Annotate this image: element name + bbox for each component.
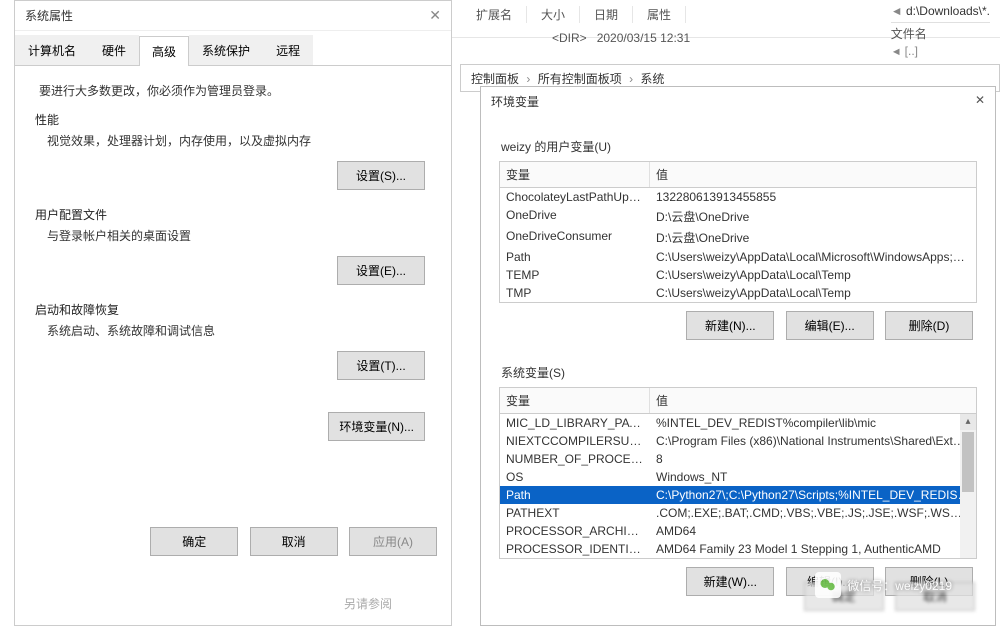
- cancel-button[interactable]: 取消: [250, 527, 338, 556]
- close-icon[interactable]: ✕: [975, 93, 985, 110]
- group-startup-desc: 系统启动、系统故障和调试信息: [47, 322, 433, 339]
- var-name: PROCESSOR_ARCHITECTU...: [500, 522, 650, 540]
- ok-button[interactable]: 确定: [150, 527, 238, 556]
- table-row[interactable]: NUMBER_OF_PROCESSORS8: [500, 450, 976, 468]
- var-name: NIEXTCCOMPILERSUPP: [500, 432, 650, 450]
- dialog-title: 系统属性: [25, 7, 73, 24]
- table-row[interactable]: PATHEXT.COM;.EXE;.BAT;.CMD;.VBS;.VBE;.JS…: [500, 504, 976, 522]
- col-variable[interactable]: 变量: [500, 388, 650, 413]
- startup-settings-button[interactable]: 设置(T)...: [337, 351, 425, 380]
- col-ext[interactable]: 扩展名: [462, 6, 527, 23]
- var-value: .COM;.EXE;.BAT;.CMD;.VBS;.VBE;.JS;.JSE;.…: [650, 504, 976, 522]
- sys-new-button[interactable]: 新建(W)...: [686, 567, 774, 596]
- tab-bar: 计算机名 硬件 高级 系统保护 远程: [15, 35, 451, 66]
- col-date[interactable]: 日期: [580, 6, 633, 23]
- group-perf-title: 性能: [35, 111, 433, 128]
- table-row[interactable]: MIC_LD_LIBRARY_PATH%INTEL_DEV_REDIST%com…: [500, 414, 976, 432]
- group-profiles-desc: 与登录帐户相关的桌面设置: [47, 227, 433, 244]
- var-value: AMD64: [650, 522, 976, 540]
- tab-hardware[interactable]: 硬件: [89, 35, 139, 65]
- see-also-label: 另请参阅: [344, 595, 392, 612]
- var-name: PROCESSOR_IDENTIFIER: [500, 540, 650, 558]
- var-value: Windows_NT: [650, 468, 976, 486]
- tab-remote[interactable]: 远程: [263, 35, 313, 65]
- table-row[interactable]: TEMPC:\Users\weizy\AppData\Local\Temp: [500, 266, 976, 284]
- env-dialog-title: 环境变量: [491, 93, 539, 110]
- admin-note: 要进行大多数更改，你必须作为管理员登录。: [39, 82, 433, 99]
- scroll-up-icon[interactable]: ▴: [960, 414, 976, 430]
- var-value: C:\Users\weizy\AppData\Local\Temp: [650, 266, 976, 284]
- var-name: ChocolateyLastPathUpdate: [500, 188, 650, 206]
- watermark: 微信号：weizy0219: [815, 572, 952, 598]
- var-name: Path: [500, 486, 650, 504]
- table-row[interactable]: PROCESSOR_IDENTIFIERAMD64 Family 23 Mode…: [500, 540, 976, 558]
- user-new-button[interactable]: 新建(N)...: [686, 311, 774, 340]
- col-filename[interactable]: 文件名: [891, 27, 927, 41]
- var-value: 132280613913455855: [650, 188, 976, 206]
- apply-button[interactable]: 应用(A): [349, 527, 437, 556]
- sys-vars-label: 系统变量(S): [501, 364, 977, 381]
- table-row[interactable]: NIEXTCCOMPILERSUPPC:\Program Files (x86)…: [500, 432, 976, 450]
- var-name: NUMBER_OF_PROCESSORS: [500, 450, 650, 468]
- table-row[interactable]: OneDriveConsumerD:\云盘\OneDrive: [500, 227, 976, 248]
- sys-vars-list[interactable]: 变量 值 MIC_LD_LIBRARY_PATH%INTEL_DEV_REDIS…: [499, 387, 977, 559]
- var-name: MIC_LD_LIBRARY_PATH: [500, 414, 650, 432]
- col-attrs[interactable]: 属性: [633, 6, 686, 23]
- var-name: TEMP: [500, 266, 650, 284]
- var-value: 8: [650, 450, 976, 468]
- var-value: C:\Program Files (x86)\National Instrume…: [650, 432, 976, 450]
- env-variables-dialog: 环境变量 ✕ weizy 的用户变量(U) 变量 值 ChocolateyLas…: [480, 86, 996, 626]
- var-name: PATHEXT: [500, 504, 650, 522]
- group-startup-title: 启动和故障恢复: [35, 301, 433, 318]
- tab-advanced[interactable]: 高级: [139, 36, 189, 66]
- tab-protection[interactable]: 系统保护: [189, 35, 263, 65]
- nav-mid[interactable]: 所有控制面板项: [538, 72, 622, 86]
- nav-root[interactable]: 控制面板: [471, 72, 519, 86]
- explorer-header: 扩展名 大小 日期 属性 <DIR> 2020/03/15 12:31 ◄ d:…: [452, 0, 1000, 38]
- var-name: OneDriveConsumer: [500, 227, 650, 248]
- scrollbar[interactable]: ▴: [960, 414, 976, 558]
- var-name: OneDrive: [500, 206, 650, 227]
- perf-settings-button[interactable]: 设置(S)...: [337, 161, 425, 190]
- var-value: %INTEL_DEV_REDIST%compiler\lib\mic: [650, 414, 976, 432]
- user-vars-label: weizy 的用户变量(U): [501, 138, 977, 155]
- var-value: D:\云盘\OneDrive: [650, 206, 976, 227]
- var-value: C:\Python27\;C:\Python27\Scripts;%INTEL_…: [650, 486, 976, 504]
- var-name: TMP: [500, 284, 650, 302]
- user-vars-list[interactable]: 变量 值 ChocolateyLastPathUpdate13228061391…: [499, 161, 977, 303]
- user-edit-button[interactable]: 编辑(E)...: [786, 311, 874, 340]
- var-value: AMD64 Family 23 Model 1 Stepping 1, Auth…: [650, 540, 976, 558]
- table-row[interactable]: TMPC:\Users\weizy\AppData\Local\Temp: [500, 284, 976, 302]
- table-row[interactable]: OSWindows_NT: [500, 468, 976, 486]
- var-value: D:\云盘\OneDrive: [650, 227, 976, 248]
- col-variable[interactable]: 变量: [500, 162, 650, 187]
- var-value: C:\Users\weizy\AppData\Local\Microsoft\W…: [650, 248, 976, 266]
- var-value: C:\Users\weizy\AppData\Local\Temp: [650, 284, 976, 302]
- group-perf-desc: 视觉效果，处理器计划，内存使用，以及虚拟内存: [47, 132, 433, 149]
- scroll-thumb[interactable]: [962, 432, 974, 492]
- close-icon[interactable]: ✕: [429, 7, 441, 24]
- table-row[interactable]: OneDriveD:\云盘\OneDrive: [500, 206, 976, 227]
- col-value[interactable]: 值: [650, 388, 976, 413]
- table-row[interactable]: PathC:\Python27\;C:\Python27\Scripts;%IN…: [500, 486, 976, 504]
- var-name: OS: [500, 468, 650, 486]
- table-row[interactable]: PathC:\Users\weizy\AppData\Local\Microso…: [500, 248, 976, 266]
- table-row[interactable]: PROCESSOR_ARCHITECTU...AMD64: [500, 522, 976, 540]
- group-profiles-title: 用户配置文件: [35, 206, 433, 223]
- user-delete-button[interactable]: 删除(D): [885, 311, 973, 340]
- table-row[interactable]: ChocolateyLastPathUpdate1322806139134558…: [500, 188, 976, 206]
- env-vars-button[interactable]: 环境变量(N)...: [328, 412, 425, 441]
- tab-computer-name[interactable]: 计算机名: [15, 35, 89, 65]
- var-name: Path: [500, 248, 650, 266]
- nav-leaf[interactable]: 系统: [640, 72, 664, 86]
- wechat-icon: [815, 572, 841, 598]
- profiles-settings-button[interactable]: 设置(E)...: [337, 256, 425, 285]
- system-properties-dialog: 系统属性 ✕ 计算机名 硬件 高级 系统保护 远程 要进行大多数更改，你必须作为…: [14, 0, 452, 626]
- col-size[interactable]: 大小: [527, 6, 580, 23]
- col-value[interactable]: 值: [650, 162, 976, 187]
